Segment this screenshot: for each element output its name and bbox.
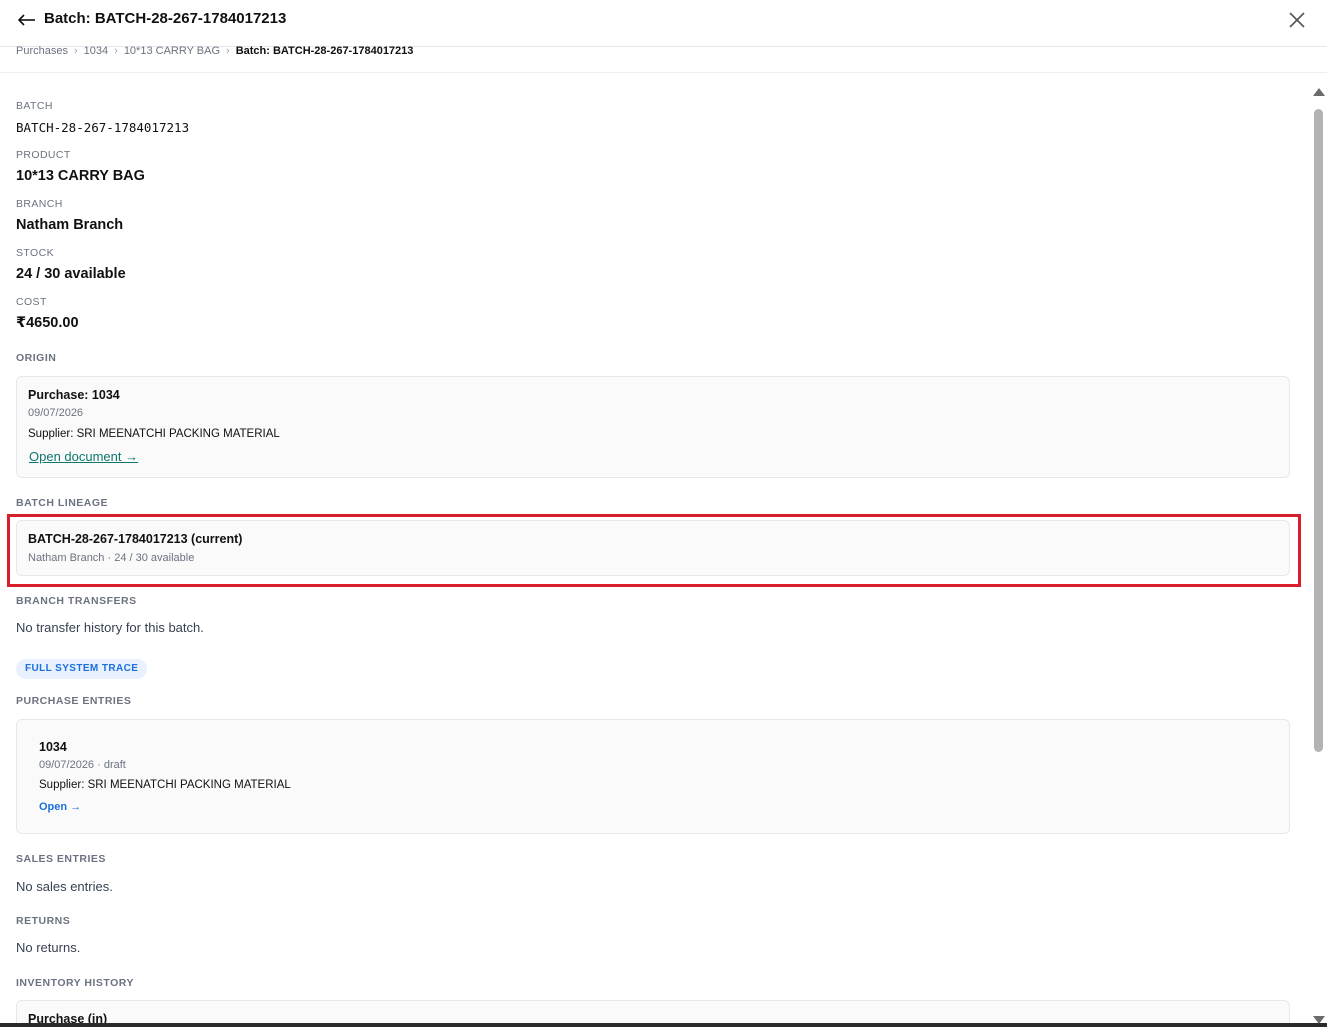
purchase-entry-sub: 09/07/2026 · draft — [39, 759, 126, 771]
back-arrow-icon[interactable] — [16, 9, 38, 31]
header-bar: Batch: BATCH-28-267-1784017213 — [0, 0, 1327, 47]
arrow-left-icon — [17, 14, 35, 26]
breadcrumb-product[interactable]: 10*13 CARRY BAG — [124, 45, 220, 57]
full-system-trace-badge: FULL SYSTEM TRACE — [16, 659, 148, 679]
origin-card: Purchase: 1034 09/07/2026 Supplier: SRI … — [16, 376, 1290, 478]
close-icon-glyph — [1289, 12, 1305, 28]
sales-empty: No sales entries. — [16, 879, 113, 894]
breadcrumb-purchase-1034[interactable]: 1034 — [84, 45, 108, 57]
branch-value: Natham Branch — [16, 217, 124, 233]
lineage-title: BATCH-28-267-1784017213 (current) — [28, 532, 243, 546]
scroll-up-arrow-icon[interactable] — [1313, 88, 1325, 96]
stock-value: 24 / 30 available — [16, 266, 126, 282]
origin-title: Purchase: 1034 — [28, 388, 120, 402]
batch-lineage-heading: BATCH LINEAGE — [16, 497, 109, 509]
scrollbar[interactable] — [1311, 88, 1325, 1024]
origin-heading: ORIGIN — [16, 352, 57, 364]
open-document-link[interactable]: Open document → — [29, 449, 138, 464]
bottom-edge — [0, 1023, 1327, 1027]
lineage-sub: Natham Branch · 24 / 30 available — [28, 552, 195, 564]
returns-heading: RETURNS — [16, 915, 71, 927]
product-label: PRODUCT — [16, 149, 71, 161]
breadcrumb-current: Batch: BATCH-28-267-1784017213 — [235, 45, 414, 57]
breadcrumb: Purchases › 1034 › 10*13 CARRY BAG › Bat… — [16, 45, 413, 57]
breadcrumb-separator: › — [73, 45, 78, 57]
batch-detail-panel: BATCH BATCH-28-267-1784017213 PRODUCT 10… — [16, 73, 1290, 1027]
inventory-history-heading: INVENTORY HISTORY — [16, 977, 134, 989]
cost-label: COST — [16, 296, 47, 308]
purchase-entry-title: 1034 — [39, 740, 67, 754]
purchase-entry-card: 1034 09/07/2026 · draft Supplier: SRI ME… — [16, 719, 1290, 834]
product-value: 10*13 CARRY BAG — [16, 168, 145, 184]
transfers-empty: No transfer history for this batch. — [16, 620, 204, 635]
branch-transfers-heading: BRANCH TRANSFERS — [16, 595, 137, 607]
origin-supplier: Supplier: SRI MEENATCHI PACKING MATERIAL — [28, 428, 280, 440]
branch-label: BRANCH — [16, 198, 63, 210]
stock-label: STOCK — [16, 247, 54, 259]
page-title: Batch: BATCH-28-267-1784017213 — [44, 10, 287, 27]
scrollbar-thumb[interactable] — [1314, 109, 1323, 752]
close-icon[interactable] — [1285, 8, 1309, 32]
breadcrumb-separator: › — [226, 45, 230, 57]
open-purchase-link[interactable]: Open → — [39, 801, 81, 813]
breadcrumb-purchases[interactable]: Purchases — [16, 45, 68, 57]
purchase-entries-heading: PURCHASE ENTRIES — [16, 695, 132, 707]
batch-value: BATCH-28-267-1784017213 — [16, 120, 190, 135]
breadcrumb-separator: › — [114, 45, 118, 57]
cost-value: ₹4650.00 — [16, 315, 79, 331]
origin-date: 09/07/2026 — [28, 407, 84, 419]
batch-label: BATCH — [16, 100, 53, 112]
lineage-card-current[interactable]: BATCH-28-267-1784017213 (current) Natham… — [16, 520, 1290, 576]
sales-entries-heading: SALES ENTRIES — [16, 853, 106, 865]
purchase-entry-supplier: Supplier: SRI MEENATCHI PACKING MATERIAL — [39, 779, 291, 791]
returns-empty: No returns. — [16, 940, 81, 955]
